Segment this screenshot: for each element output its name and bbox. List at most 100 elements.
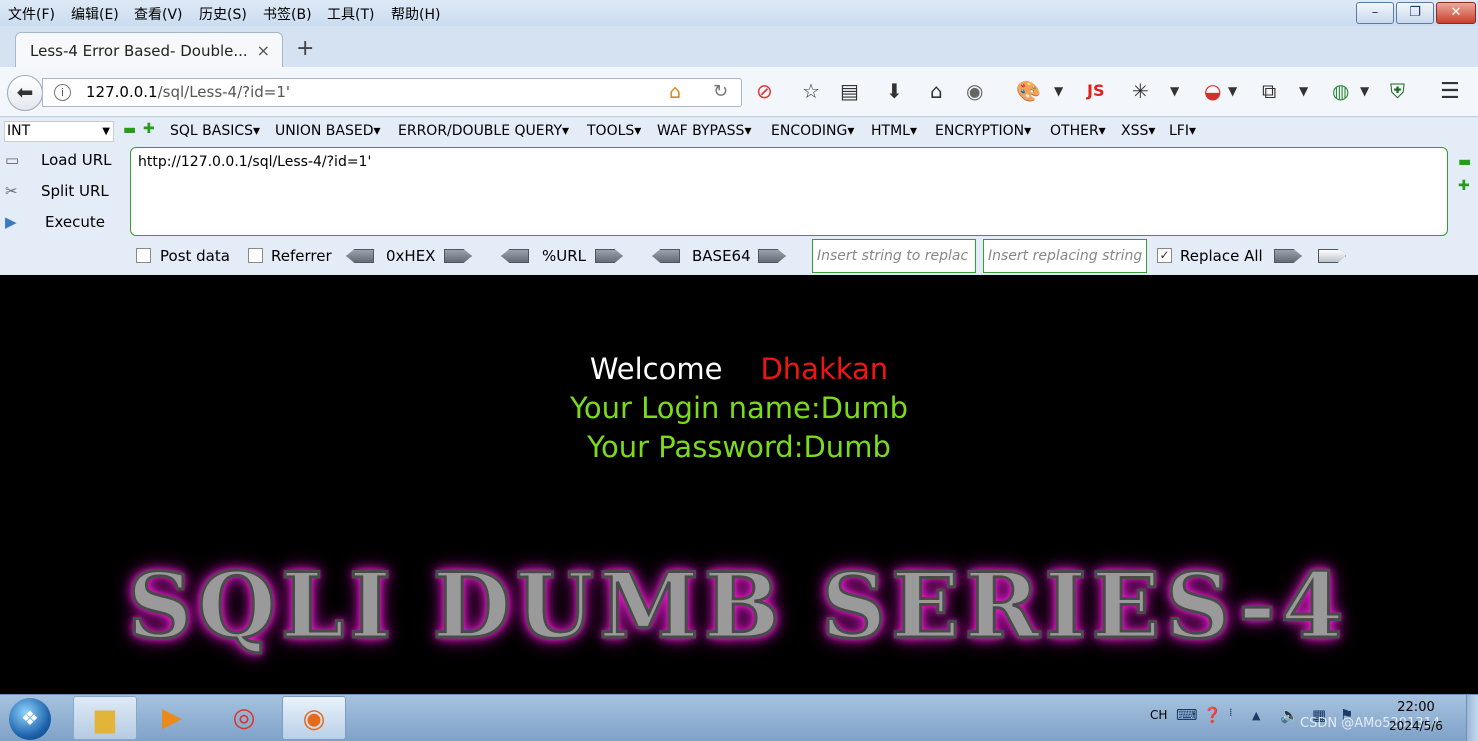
hex-decode-button[interactable]	[346, 249, 374, 263]
replace-button[interactable]	[1274, 249, 1302, 263]
base64-decode-button[interactable]	[652, 249, 680, 263]
noscript-icon[interactable]: ⊘	[756, 79, 773, 103]
hackbar-panel: INT ▼ ▬ ✚ SQL BASICS▾ UNION BASED▾ ERROR/…	[0, 118, 1478, 274]
new-tab-button[interactable]: +	[296, 36, 314, 61]
hex-encode-button[interactable]	[444, 249, 472, 263]
menu-history[interactable]: 历史(S)	[199, 4, 247, 24]
menu-tools-hb[interactable]: TOOLS▾	[587, 123, 641, 139]
extension-globe-icon[interactable]: ◉	[966, 79, 983, 103]
taskbar-firefox[interactable]: ◉	[282, 696, 346, 740]
menu-union-based[interactable]: UNION BASED▾	[275, 123, 381, 139]
close-icon: ✕	[1450, 5, 1462, 20]
post-data-checkbox[interactable]	[136, 248, 151, 263]
type-select[interactable]: INT ▼	[4, 121, 114, 142]
tab-active[interactable]: Less-4 Error Based- Double... ×	[15, 32, 283, 68]
taskbar: ❖ ▆ ▶ ◎ ◉ CH ⌨ ❓ ⁞ ▲ 🔈 ▦ ⚑ CSDN @AMo5201…	[0, 694, 1478, 741]
menu-edit[interactable]: 编辑(E)	[71, 4, 119, 24]
referrer-checkbox[interactable]	[248, 248, 263, 263]
shield-icon[interactable]: ⛨	[1390, 79, 1405, 103]
devices-icon[interactable]: ⧉	[1262, 79, 1276, 103]
menu-bar: 文件(F) 编辑(E) 查看(V) 历史(S) 书签(B) 工具(T) 帮助(H…	[0, 0, 1478, 26]
dropdown-icon-5[interactable]: ▼	[1360, 84, 1369, 98]
plus-icon[interactable]: ✚	[143, 121, 155, 137]
info-icon[interactable]: i	[54, 84, 71, 101]
hackbar-icon[interactable]: ◒	[1204, 79, 1221, 103]
proxy-globe-icon[interactable]: ◍	[1332, 79, 1349, 103]
load-icon: ▭	[5, 151, 20, 169]
bookmark-star-icon[interactable]: ☆	[802, 79, 820, 103]
menu-encoding[interactable]: ENCODING▾	[771, 123, 854, 139]
url-label: %URL	[542, 247, 587, 265]
close-window-button[interactable]: ✕	[1436, 2, 1476, 24]
page-content: Welcome Dhakkan Your Login name:Dumb Your…	[0, 275, 1478, 694]
taskbar-chrome[interactable]: ◎	[212, 696, 276, 740]
input-language[interactable]: CH	[1150, 708, 1167, 722]
show-hidden-icons[interactable]: ▲	[1252, 709, 1260, 722]
js-toggle-icon[interactable]: JS	[1087, 81, 1104, 100]
taskbar-explorer[interactable]: ▆	[73, 696, 137, 740]
login-name-line: Your Login name:Dumb	[570, 391, 908, 425]
menu-html[interactable]: HTML▾	[871, 123, 917, 139]
taskbar-media-player[interactable]: ▶	[140, 696, 204, 740]
bug-icon[interactable]: ✳	[1132, 79, 1149, 103]
split-url-button[interactable]: ✂ Split URL	[5, 182, 109, 200]
url-textarea[interactable]: http://127.0.0.1/sql/Less-4/?id=1'	[130, 147, 1448, 236]
maximize-button[interactable]: ❐	[1396, 2, 1434, 24]
reload-icon[interactable]: ↻	[713, 81, 728, 102]
menu-error-double-query[interactable]: ERROR/DOUBLE QUERY▾	[398, 123, 569, 139]
dropdown-icon-2[interactable]: ▼	[1170, 84, 1179, 98]
chevron-down-icon: ▼	[102, 126, 110, 137]
dropdown-icon-4[interactable]: ▼	[1299, 84, 1308, 98]
url-path: /sql/Less-4/?id=1'	[157, 83, 291, 101]
back-arrow-icon: ⬅	[16, 80, 34, 104]
menu-lfi[interactable]: LFI▾	[1169, 123, 1196, 139]
url-encode-button[interactable]	[595, 249, 623, 263]
tab-close-icon[interactable]: ×	[257, 41, 270, 60]
url-decode-button[interactable]	[501, 249, 529, 263]
url-text[interactable]: 127.0.0.1/sql/Less-4/?id=1'	[86, 83, 290, 101]
load-url-button[interactable]: ▭ Load URL	[5, 151, 112, 169]
shrink-icon[interactable]: ▬	[1458, 154, 1471, 170]
minimize-button[interactable]: –	[1356, 2, 1394, 24]
execute-button[interactable]: ▶ Execute	[5, 213, 105, 231]
palette-icon[interactable]: 🎨	[1016, 79, 1041, 103]
show-desktop-button[interactable]	[1466, 695, 1478, 741]
menu-other[interactable]: OTHER▾	[1050, 123, 1106, 139]
clock-time[interactable]: 22:00	[1384, 700, 1448, 715]
media-player-icon: ▶	[162, 703, 182, 733]
ime-options-icon[interactable]: ⁞	[1229, 706, 1233, 719]
replace-from-input[interactable]: Insert string to replac	[812, 239, 976, 273]
menu-xss[interactable]: XSS▾	[1121, 123, 1155, 139]
post-data-label: Post data	[160, 247, 230, 265]
replace-back-button[interactable]	[1318, 249, 1346, 263]
replace-all-checkbox[interactable]: ✓	[1157, 248, 1172, 263]
windows-logo-icon: ❖	[21, 706, 39, 730]
replace-to-input[interactable]: Insert replacing string	[983, 239, 1147, 273]
home-button-icon[interactable]: ⌂	[930, 79, 943, 103]
menu-view[interactable]: 查看(V)	[134, 4, 183, 24]
menu-encryption[interactable]: ENCRYPTION▾	[935, 123, 1031, 139]
menu-waf-bypass[interactable]: WAF BYPASS▾	[657, 123, 751, 139]
menu-file[interactable]: 文件(F)	[8, 4, 55, 24]
back-button[interactable]: ⬅	[7, 75, 43, 111]
help-icon[interactable]: ❓	[1203, 706, 1222, 724]
clock-date[interactable]: 2024/5/6	[1384, 719, 1448, 733]
expand-icon[interactable]: ✚	[1458, 178, 1470, 194]
address-bar[interactable]: i 127.0.0.1/sql/Less-4/?id=1' ⌂ ↻	[42, 78, 742, 107]
download-icon[interactable]: ⬇	[886, 79, 903, 103]
minus-icon[interactable]: ▬	[123, 122, 136, 138]
hamburger-menu-icon[interactable]: ☰	[1440, 79, 1460, 104]
dropdown-icon-3[interactable]: ▼	[1228, 84, 1237, 98]
start-button[interactable]: ❖	[9, 698, 51, 740]
home-icon[interactable]: ⌂	[669, 81, 681, 103]
keyboard-icon[interactable]: ⌨	[1176, 706, 1198, 724]
menu-bookmarks[interactable]: 书签(B)	[263, 4, 312, 24]
volume-icon[interactable]: 🔈	[1280, 706, 1299, 724]
menu-sql-basics[interactable]: SQL BASICS▾	[170, 123, 260, 139]
menu-tools[interactable]: 工具(T)	[327, 4, 374, 24]
dropdown-icon[interactable]: ▼	[1054, 84, 1063, 98]
hex-label: 0xHEX	[386, 247, 436, 265]
menu-help[interactable]: 帮助(H)	[391, 4, 440, 24]
base64-encode-button[interactable]	[758, 249, 786, 263]
reading-list-icon[interactable]: ▤	[840, 79, 859, 103]
